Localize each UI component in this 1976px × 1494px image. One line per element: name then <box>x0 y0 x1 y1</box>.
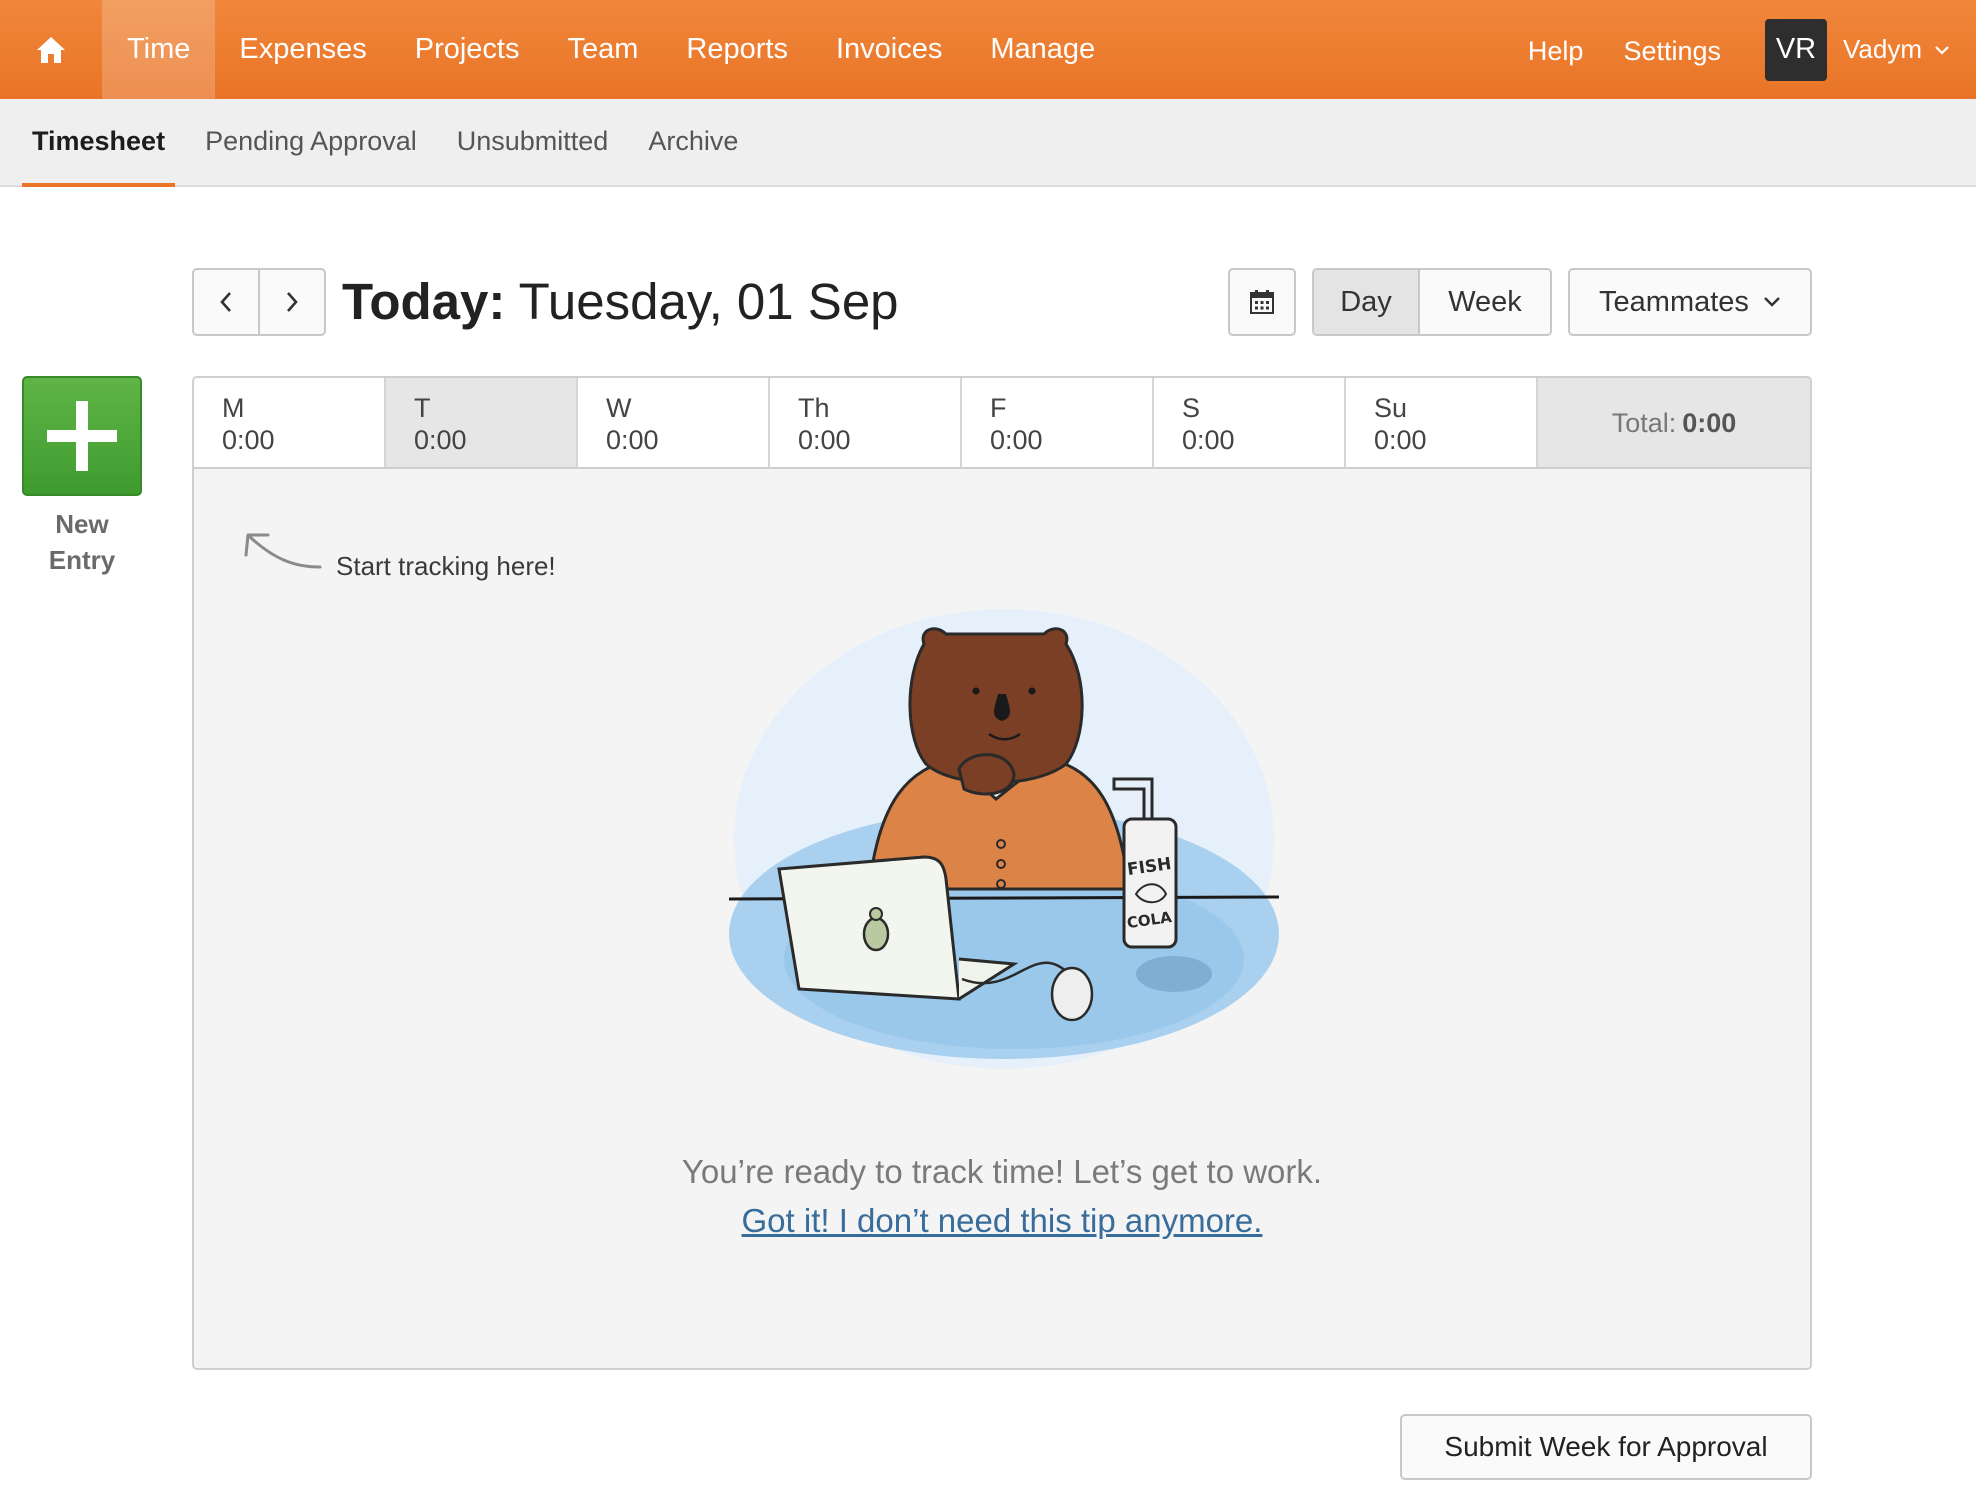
day-cell-monday[interactable]: M 0:00 <box>194 378 386 468</box>
nav-team[interactable]: Team <box>544 0 663 99</box>
day-cell-friday[interactable]: F 0:00 <box>962 378 1154 468</box>
nav-expenses[interactable]: Expenses <box>215 0 390 99</box>
curved-arrow-icon <box>244 533 322 569</box>
chevron-left-icon <box>220 292 231 312</box>
empty-state-message: You’re ready to track time! Let’s get to… <box>681 1153 1323 1190</box>
home-button[interactable] <box>0 0 102 99</box>
nav-manage[interactable]: Manage <box>966 0 1119 99</box>
today-label: Today: <box>342 273 506 330</box>
chevron-down-icon <box>1764 297 1780 307</box>
timesheet-panel: Start tracking here! FISH COLA You’re re… <box>192 467 1812 1370</box>
day-hours: 0:00 <box>1182 425 1235 455</box>
new-entry-button[interactable] <box>22 376 142 496</box>
dismiss-tip-container: Got it! I don’t need this tip anymore. <box>194 1202 1810 1240</box>
day-view-button[interactable]: Day <box>1314 270 1420 334</box>
day-hours: 0:00 <box>606 425 659 455</box>
current-date: Tuesday, 01 Sep <box>518 273 899 330</box>
sub-navigation: Timesheet Pending Approval Unsubmitted A… <box>0 99 1976 187</box>
top-navigation: Time Expenses Projects Team Reports Invo… <box>0 0 1976 99</box>
view-toggle: Day Week <box>1312 268 1552 336</box>
total-label: Total: <box>1611 407 1677 438</box>
week-view-button[interactable]: Week <box>1420 270 1550 334</box>
day-cell-saturday[interactable]: S 0:00 <box>1154 378 1346 468</box>
tab-timesheet[interactable]: Timesheet <box>22 99 176 187</box>
user-name: Vadym <box>1843 34 1922 64</box>
week-total: Total: 0:00 <box>1538 378 1810 468</box>
day-name: M <box>222 393 245 423</box>
dismiss-tip-link[interactable]: Got it! I don’t need this tip anymore. <box>742 1202 1263 1239</box>
nav-projects[interactable]: Projects <box>391 0 544 99</box>
bear-illustration: FISH COLA <box>728 609 1280 1069</box>
teammates-label: Teammates <box>1599 285 1749 318</box>
teammates-dropdown[interactable]: Teammates <box>1568 268 1812 336</box>
avatar: VR <box>1765 18 1827 81</box>
user-menu[interactable]: VR Vadym <box>1765 18 1950 81</box>
new-entry-label: New Entry <box>22 506 142 578</box>
page-title: Today: Tuesday, 01 Sep <box>342 270 899 334</box>
hint-text: Start tracking here! <box>336 551 556 581</box>
chevron-right-icon <box>287 292 298 312</box>
day-name: F <box>990 393 1007 423</box>
total-value: 0:00 <box>1682 407 1737 438</box>
plus-icon <box>47 401 117 471</box>
day-hours: 0:00 <box>990 425 1043 455</box>
day-cell-wednesday[interactable]: W 0:00 <box>578 378 770 468</box>
chevron-down-icon <box>1934 45 1950 55</box>
week-strip: M 0:00 T 0:00 W 0:00 Th 0:00 F 0:00 S 0:… <box>192 376 1812 468</box>
new-entry-label-line2: Entry <box>48 545 116 575</box>
day-name: S <box>1182 393 1201 423</box>
previous-day-button[interactable] <box>194 270 258 334</box>
nav-time[interactable]: Time <box>102 0 216 99</box>
day-name: W <box>606 393 632 423</box>
day-hours: 0:00 <box>798 425 851 455</box>
calendar-button[interactable] <box>1228 268 1296 336</box>
nav-settings[interactable]: Settings <box>1603 2 1741 101</box>
day-hours: 0:00 <box>222 425 275 455</box>
day-name: T <box>414 393 431 423</box>
calendar-icon <box>1250 290 1274 314</box>
day-hours: 0:00 <box>1374 425 1427 455</box>
nav-reports[interactable]: Reports <box>662 0 812 99</box>
day-cell-tuesday[interactable]: T 0:00 <box>386 378 578 468</box>
submit-week-button[interactable]: Submit Week for Approval <box>1400 1414 1812 1480</box>
day-hours: 0:00 <box>414 425 467 455</box>
tab-archive[interactable]: Archive <box>638 99 748 187</box>
nav-help[interactable]: Help <box>1508 2 1604 101</box>
tab-unsubmitted[interactable]: Unsubmitted <box>447 99 619 187</box>
date-navigation <box>192 268 326 336</box>
day-name: Th <box>798 393 830 423</box>
day-cell-thursday[interactable]: Th 0:00 <box>770 378 962 468</box>
home-icon <box>37 36 65 63</box>
new-entry-label-line1: New <box>55 509 109 539</box>
nav-invoices[interactable]: Invoices <box>812 0 966 99</box>
tab-pending-approval[interactable]: Pending Approval <box>195 99 427 187</box>
day-cell-sunday[interactable]: Su 0:00 <box>1346 378 1538 468</box>
day-name: Su <box>1374 393 1408 423</box>
next-day-button[interactable] <box>258 270 324 334</box>
